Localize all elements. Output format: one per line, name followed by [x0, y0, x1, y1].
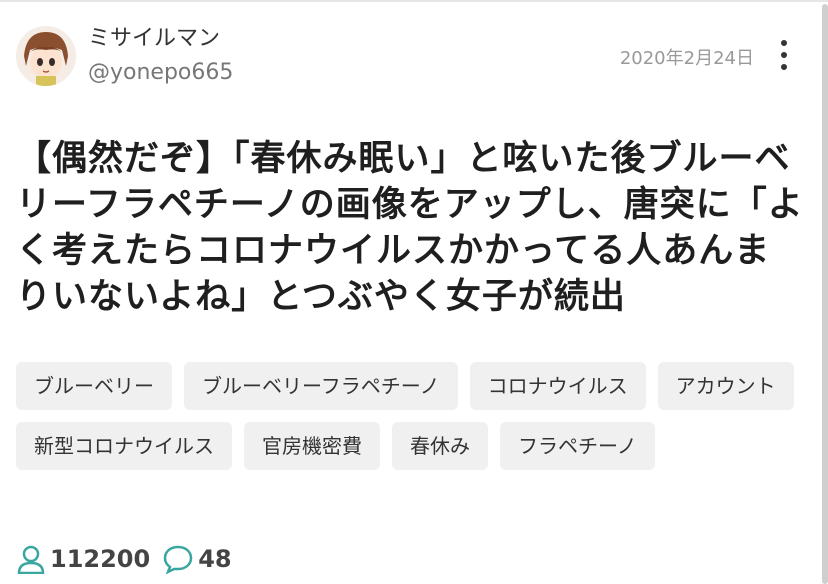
tag-chip[interactable]: コロナウイルス — [469, 362, 646, 410]
tag-chip[interactable]: フラペチーノ — [500, 422, 655, 470]
view-count-value: 112200 — [50, 545, 151, 573]
kebab-dot — [781, 52, 787, 58]
top-divider — [0, 0, 828, 2]
author-name[interactable]: ミサイルマン — [88, 26, 233, 52]
post-date: 2020年2月24日 — [619, 48, 754, 69]
kebab-dot — [781, 40, 787, 46]
comment-count-value: 48 — [198, 545, 232, 573]
tag-chip[interactable]: 新型コロナウイルス — [16, 422, 232, 470]
comment-count[interactable]: 48 — [162, 544, 232, 574]
user-info[interactable]: ミサイルマン @yonepo665 — [88, 26, 233, 88]
tag-chip[interactable]: ブルーベリー — [16, 362, 172, 410]
author-handle[interactable]: @yonepo665 — [88, 58, 233, 88]
tag-list: ブルーベリー ブルーベリーフラペチーノ コロナウイルス アカウント 新型コロナウ… — [16, 362, 806, 482]
speech-bubble-icon — [163, 545, 193, 574]
post-header: ミサイルマン @yonepo665 2020年2月24日 — [16, 26, 806, 90]
post-title[interactable]: 【偶然だぞ】「春休み眠い」と呟いた後ブルーベリーフラペチーノの画像をアップし、唐… — [16, 136, 806, 320]
post-stats: 112200 48 — [16, 544, 244, 574]
tag-chip[interactable]: ブルーベリーフラペチーノ — [184, 362, 458, 410]
tag-chip[interactable]: 官房機密費 — [244, 422, 380, 470]
user-outline-icon — [17, 545, 45, 574]
avatar[interactable] — [16, 26, 76, 86]
kebab-dot — [781, 64, 787, 70]
tag-chip[interactable]: 春休み — [392, 422, 488, 470]
avatar-illustration — [16, 26, 76, 86]
kebab-menu-icon[interactable] — [776, 40, 792, 70]
scrollbar[interactable] — [822, 4, 828, 584]
view-count: 112200 — [16, 544, 150, 574]
tag-chip[interactable]: アカウント — [657, 362, 794, 410]
